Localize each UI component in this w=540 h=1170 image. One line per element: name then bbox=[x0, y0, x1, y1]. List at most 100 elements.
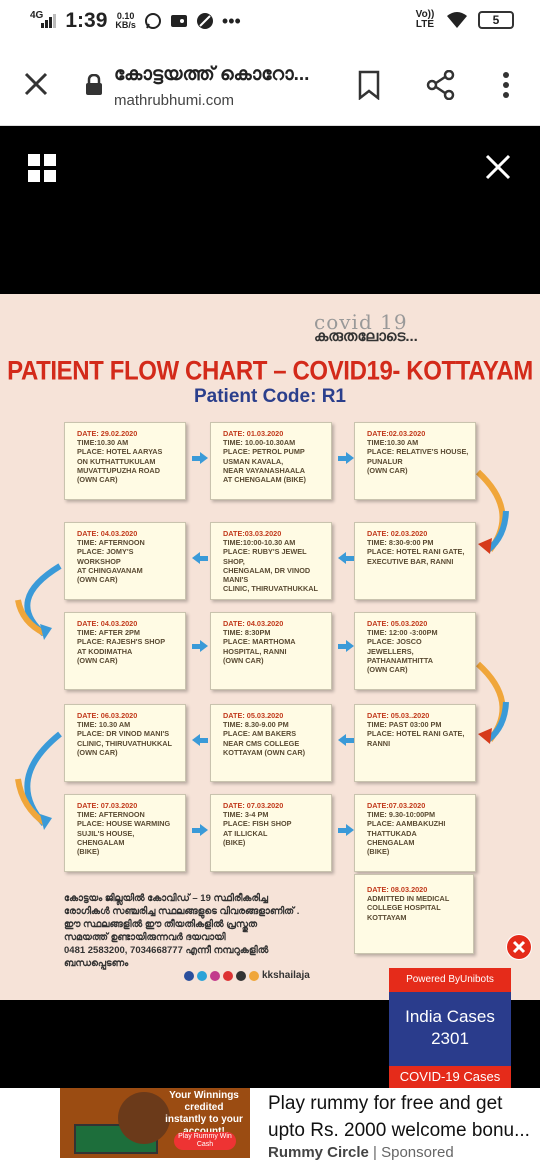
flow-card-line: PLACE: HOTEL AARYAS bbox=[77, 447, 163, 457]
flow-card: DATE:03.03.2020 TIME:10:00-10.30 AM PLACE:… bbox=[210, 522, 332, 600]
wifi-icon bbox=[447, 12, 467, 28]
flow-card-line: USMAN KAVALA, bbox=[223, 456, 284, 466]
flow-card: DATE: 05.03..2020 TIME: PAST 03:00 PM PLAC… bbox=[354, 704, 476, 782]
flow-card: DATE: 07.03.2020 TIME: 3-4 PM PLACE: FISH … bbox=[210, 794, 332, 872]
close-icon[interactable] bbox=[22, 70, 50, 98]
flow-card-line: (OWN CAR) bbox=[367, 465, 408, 475]
share-icon[interactable] bbox=[426, 70, 456, 100]
flow-card-date: DATE: 08.03.2020 bbox=[367, 885, 428, 894]
flow-card-line: PLACE: Dr VINOD MANI'S bbox=[77, 729, 170, 739]
footer-line: 0481 2583200, 7034668777 എന്നീ നമ്പറുകളി… bbox=[64, 945, 269, 956]
flow-card-line: PLACE: JOMY'S WORKSHOP bbox=[77, 547, 134, 566]
flow-card-line: CHENGALAM bbox=[77, 837, 125, 847]
flow-card-line: TIME:10:00-10.30 AM bbox=[223, 538, 296, 548]
flow-card: DATE: 05.03.2020 TIME: 12:00 -3:00PM PLACE… bbox=[354, 612, 476, 690]
social-links: kkshailaja bbox=[184, 970, 310, 981]
speed-unit: KB/s bbox=[115, 20, 136, 30]
flow-card-line: AT CHINGAVANAM bbox=[77, 565, 143, 575]
page-title[interactable]: കോട്ടയത്ത് കൊറോ... bbox=[114, 64, 309, 86]
covid-cases-widget[interactable]: Powered ByUnibots India Cases 2301 COVID… bbox=[389, 968, 511, 1088]
widget-powered-by: Powered ByUnibots bbox=[389, 968, 511, 992]
signal-icon bbox=[41, 14, 57, 28]
flow-card-line: PLACE: AAMBAKUZHI bbox=[367, 819, 446, 829]
arrow-right-head bbox=[200, 824, 208, 836]
instagram-icon bbox=[210, 970, 220, 981]
flow-card: DATE: 04.03.2020 TIME: 8:30PM PLACE: MARTH… bbox=[210, 612, 332, 690]
flow-card-line: PLACE: FISH SHOP bbox=[223, 819, 292, 829]
footer-line: രോഗികൾ സഞ്ചരിച്ച സ്ഥലങ്ങളുടെ വിവരങ്ങളാണി… bbox=[64, 906, 300, 917]
twitter-icon bbox=[197, 970, 207, 981]
flow-chart-poster[interactable]: covid 19 കരുതലോടെ... PATIENT FLOW CHART … bbox=[0, 294, 540, 1000]
flow-card-line: TIME: AFTERNOON bbox=[77, 538, 145, 548]
arrow-left-head bbox=[338, 552, 346, 564]
more-options-icon[interactable] bbox=[496, 70, 516, 100]
arrow-left-shaft bbox=[345, 556, 354, 561]
flow-card-line: TIME:10.30 AM bbox=[367, 438, 419, 448]
arrow-right-shaft bbox=[338, 456, 347, 461]
flow-card-line: HOSPITAL, RANNI bbox=[223, 646, 287, 656]
connector-final bbox=[480, 854, 490, 884]
flow-card-line: TIME: 9.30-10:00PM bbox=[367, 810, 436, 820]
flow-card-line: (OWN CAR) bbox=[77, 475, 118, 485]
sponsored-ad[interactable]: Your Winnings credited instantly to your… bbox=[0, 1088, 540, 1170]
flow-card-line: TIME: 8.30-9.00 PM bbox=[223, 720, 289, 730]
flow-card-line: (OWN CAR) bbox=[77, 655, 118, 665]
clock: 1:39 bbox=[65, 9, 108, 32]
curve-arrow-right-2-head bbox=[478, 728, 492, 744]
flow-card-line: ADMITTED IN MEDICAL bbox=[367, 894, 450, 904]
flow-card-date: DATE: 04.03.2020 bbox=[77, 529, 138, 538]
flow-card-line: RANNI bbox=[367, 738, 391, 748]
game-icon bbox=[170, 15, 187, 27]
ad-headline[interactable]: Play rummy for free and get upto Rs. 200… bbox=[268, 1090, 536, 1144]
flow-card-line: PATHANAMTHITTA bbox=[367, 655, 434, 665]
flow-card-line: COLLEGE HOSPITAL bbox=[367, 903, 441, 913]
flow-card-line: TIME:10.30 AM bbox=[77, 438, 129, 448]
more-notifications-icon: ••• bbox=[221, 10, 241, 31]
flow-card-line: (OWN CAR) bbox=[367, 665, 408, 675]
page-domain[interactable]: mathrubhumi.com bbox=[114, 92, 234, 109]
ad-thumbnail[interactable]: Your Winnings credited instantly to your… bbox=[60, 1088, 250, 1158]
flow-card-line: TIME: AFTERNOON bbox=[77, 810, 145, 820]
ad-thumb-text: Your Winnings credited instantly to your… bbox=[165, 1090, 243, 1137]
bookmark-icon[interactable] bbox=[356, 70, 382, 100]
flow-card: DATE: 02.03.2020 TIME: 8:30-9:00 PM PLACE:… bbox=[354, 522, 476, 600]
flow-card-line: PUNALUR bbox=[367, 456, 403, 466]
footer-line: ഈ സ്ഥലങ്ങളിൽ ഈ തീയതികളിൽ പ്രസ്തുത bbox=[64, 919, 258, 930]
flow-card-line: PLACE: HOTEL RANI GATE, bbox=[367, 729, 465, 739]
browser-toolbar: കോട്ടയത്ത് കൊറോ... mathrubhumi.com bbox=[0, 44, 540, 126]
facebook-icon bbox=[184, 970, 194, 981]
flow-card-line: PLACE: AM BAKERS bbox=[223, 729, 297, 739]
flow-card-date: DATE: 07.03.2020 bbox=[77, 801, 138, 810]
flow-card-line: PLACE: RELATIVE'S HOUSE, bbox=[367, 447, 469, 457]
ad-thumb-button[interactable]: Play Rummy Win Cash bbox=[174, 1132, 236, 1150]
widget-close-button[interactable] bbox=[506, 934, 532, 960]
flow-card-line: PLACE: JOSCO JEWELLERS, bbox=[367, 637, 422, 656]
flow-card-line: (OWN CAR) bbox=[77, 747, 118, 757]
flow-card: DATE: 04.03.2020 TIME: AFTERNOON PLACE: JO… bbox=[64, 522, 186, 600]
flow-card-line: NEAR VAYANASHAALA bbox=[223, 465, 306, 475]
flow-card-line: NEAR CMS COLLEGE bbox=[223, 738, 300, 748]
ad-advertiser[interactable]: Rummy Circle bbox=[268, 1144, 369, 1161]
arrow-right-head bbox=[200, 640, 208, 652]
flow-card-line: EXECUTIVE BAR, RANNI bbox=[367, 556, 454, 566]
flow-card-line: (BIKE) bbox=[223, 837, 246, 847]
close-viewer-icon[interactable] bbox=[485, 154, 511, 180]
flow-card-line: MUVATTUPUZHA ROAD bbox=[77, 465, 160, 475]
flow-card-line: KOTTAYAM bbox=[367, 912, 407, 922]
curve-arrow-right-1-head bbox=[478, 538, 492, 554]
flow-card: DATE: 08.03.2020 ADMITTED IN MEDICAL COLLE… bbox=[354, 874, 474, 954]
flow-card-line: PLACE: HOTEL RANI GATE, bbox=[367, 547, 465, 557]
widget-footer: COVID-19 Cases bbox=[389, 1066, 511, 1088]
status-bar: 4G 1:39 0.10 KB/s ••• Vo)) LTE 5 bbox=[0, 0, 540, 44]
close-circle-icon[interactable] bbox=[506, 934, 532, 960]
footer-line: കോട്ടയം ജില്ലയിൽ കോവിഡ് – 19 സ്ഥിരീകരിച്… bbox=[64, 893, 269, 904]
network-type: 4G bbox=[30, 9, 44, 21]
arrow-left-shaft bbox=[199, 556, 208, 561]
gallery-grid-icon[interactable] bbox=[28, 154, 56, 182]
image-viewer-header bbox=[0, 126, 540, 294]
ad-sponsored-label: Sponsored bbox=[381, 1144, 454, 1161]
arrow-left-head bbox=[192, 552, 200, 564]
flow-card-line: (BIKE) bbox=[367, 847, 390, 857]
flow-card-date: DATE: 04.03.2020 bbox=[223, 619, 284, 628]
arrow-right-head bbox=[346, 452, 354, 464]
